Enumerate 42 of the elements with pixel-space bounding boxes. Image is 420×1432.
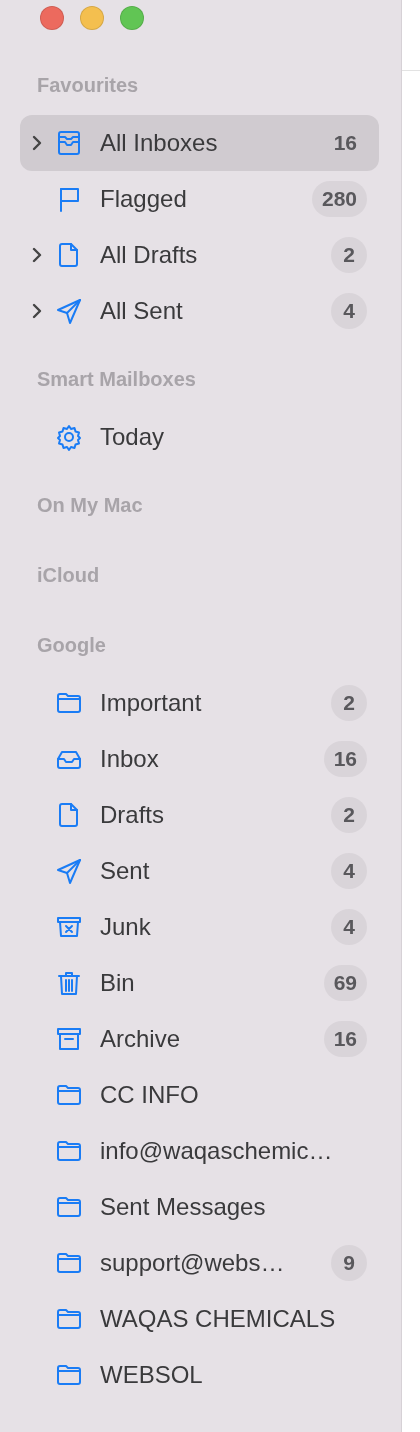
disclosure-chevron-icon[interactable]	[32, 303, 42, 319]
mailbox-item[interactable]: WEBSOL	[20, 1347, 379, 1403]
unread-count: 16	[323, 741, 367, 777]
close-button[interactable]	[40, 6, 64, 30]
mailbox-item[interactable]: WAQAS CHEMICALS	[20, 1291, 379, 1347]
mailbox-item[interactable]: Archive 16	[20, 1011, 379, 1067]
paper-plane-icon	[54, 296, 84, 326]
disclosure-chevron-icon[interactable]	[32, 247, 42, 263]
mailbox-item[interactable]: support@webs… 9	[20, 1235, 379, 1291]
unread-count: 4	[331, 293, 367, 329]
section-header: Google	[36, 632, 107, 658]
unread-count: 16	[332, 130, 358, 156]
section-header: Smart Mailboxes	[36, 366, 197, 392]
unread-count: 2	[331, 797, 367, 833]
mailbox-item[interactable]: CC INFO	[20, 1067, 379, 1123]
section-header: Favourites	[36, 72, 140, 98]
mailbox-item[interactable]: info@waqaschemic…	[20, 1123, 379, 1179]
disclosure-chevron-icon[interactable]	[32, 135, 42, 151]
mailbox-item[interactable]: Flagged 280	[20, 171, 379, 227]
unread-count: 280	[311, 181, 367, 217]
mailbox-item[interactable]: Inbox 16	[20, 731, 379, 787]
gear-icon	[54, 422, 84, 452]
unread-count: 69	[323, 965, 367, 1001]
mailbox-item[interactable]: All Sent 4	[20, 283, 379, 339]
mailbox-item[interactable]: Sent Messages	[20, 1179, 379, 1235]
paper-plane-icon	[54, 856, 84, 886]
mailbox-item[interactable]: Junk 4	[20, 899, 379, 955]
unread-count: 16	[323, 1021, 367, 1057]
section-header: iCloud	[36, 562, 101, 588]
unread-count: 4	[331, 909, 367, 945]
unread-count: 9	[331, 1245, 367, 1281]
mailbox-item[interactable]: Drafts 2	[20, 787, 379, 843]
mailbox-item[interactable]: All Drafts 2	[20, 227, 379, 283]
unread-count: 4	[331, 853, 367, 889]
mailbox-item[interactable]: All Inboxes 16	[20, 115, 379, 171]
mailbox-item[interactable]: Important 2	[20, 675, 379, 731]
mailbox-item[interactable]: Sent 4	[20, 843, 379, 899]
mailbox-item[interactable]: Today	[20, 409, 379, 465]
unread-count: 2	[331, 685, 367, 721]
mailbox-item[interactable]: Bin 69	[20, 955, 379, 1011]
unread-count: 2	[331, 237, 367, 273]
section-header: On My Mac	[36, 492, 144, 518]
